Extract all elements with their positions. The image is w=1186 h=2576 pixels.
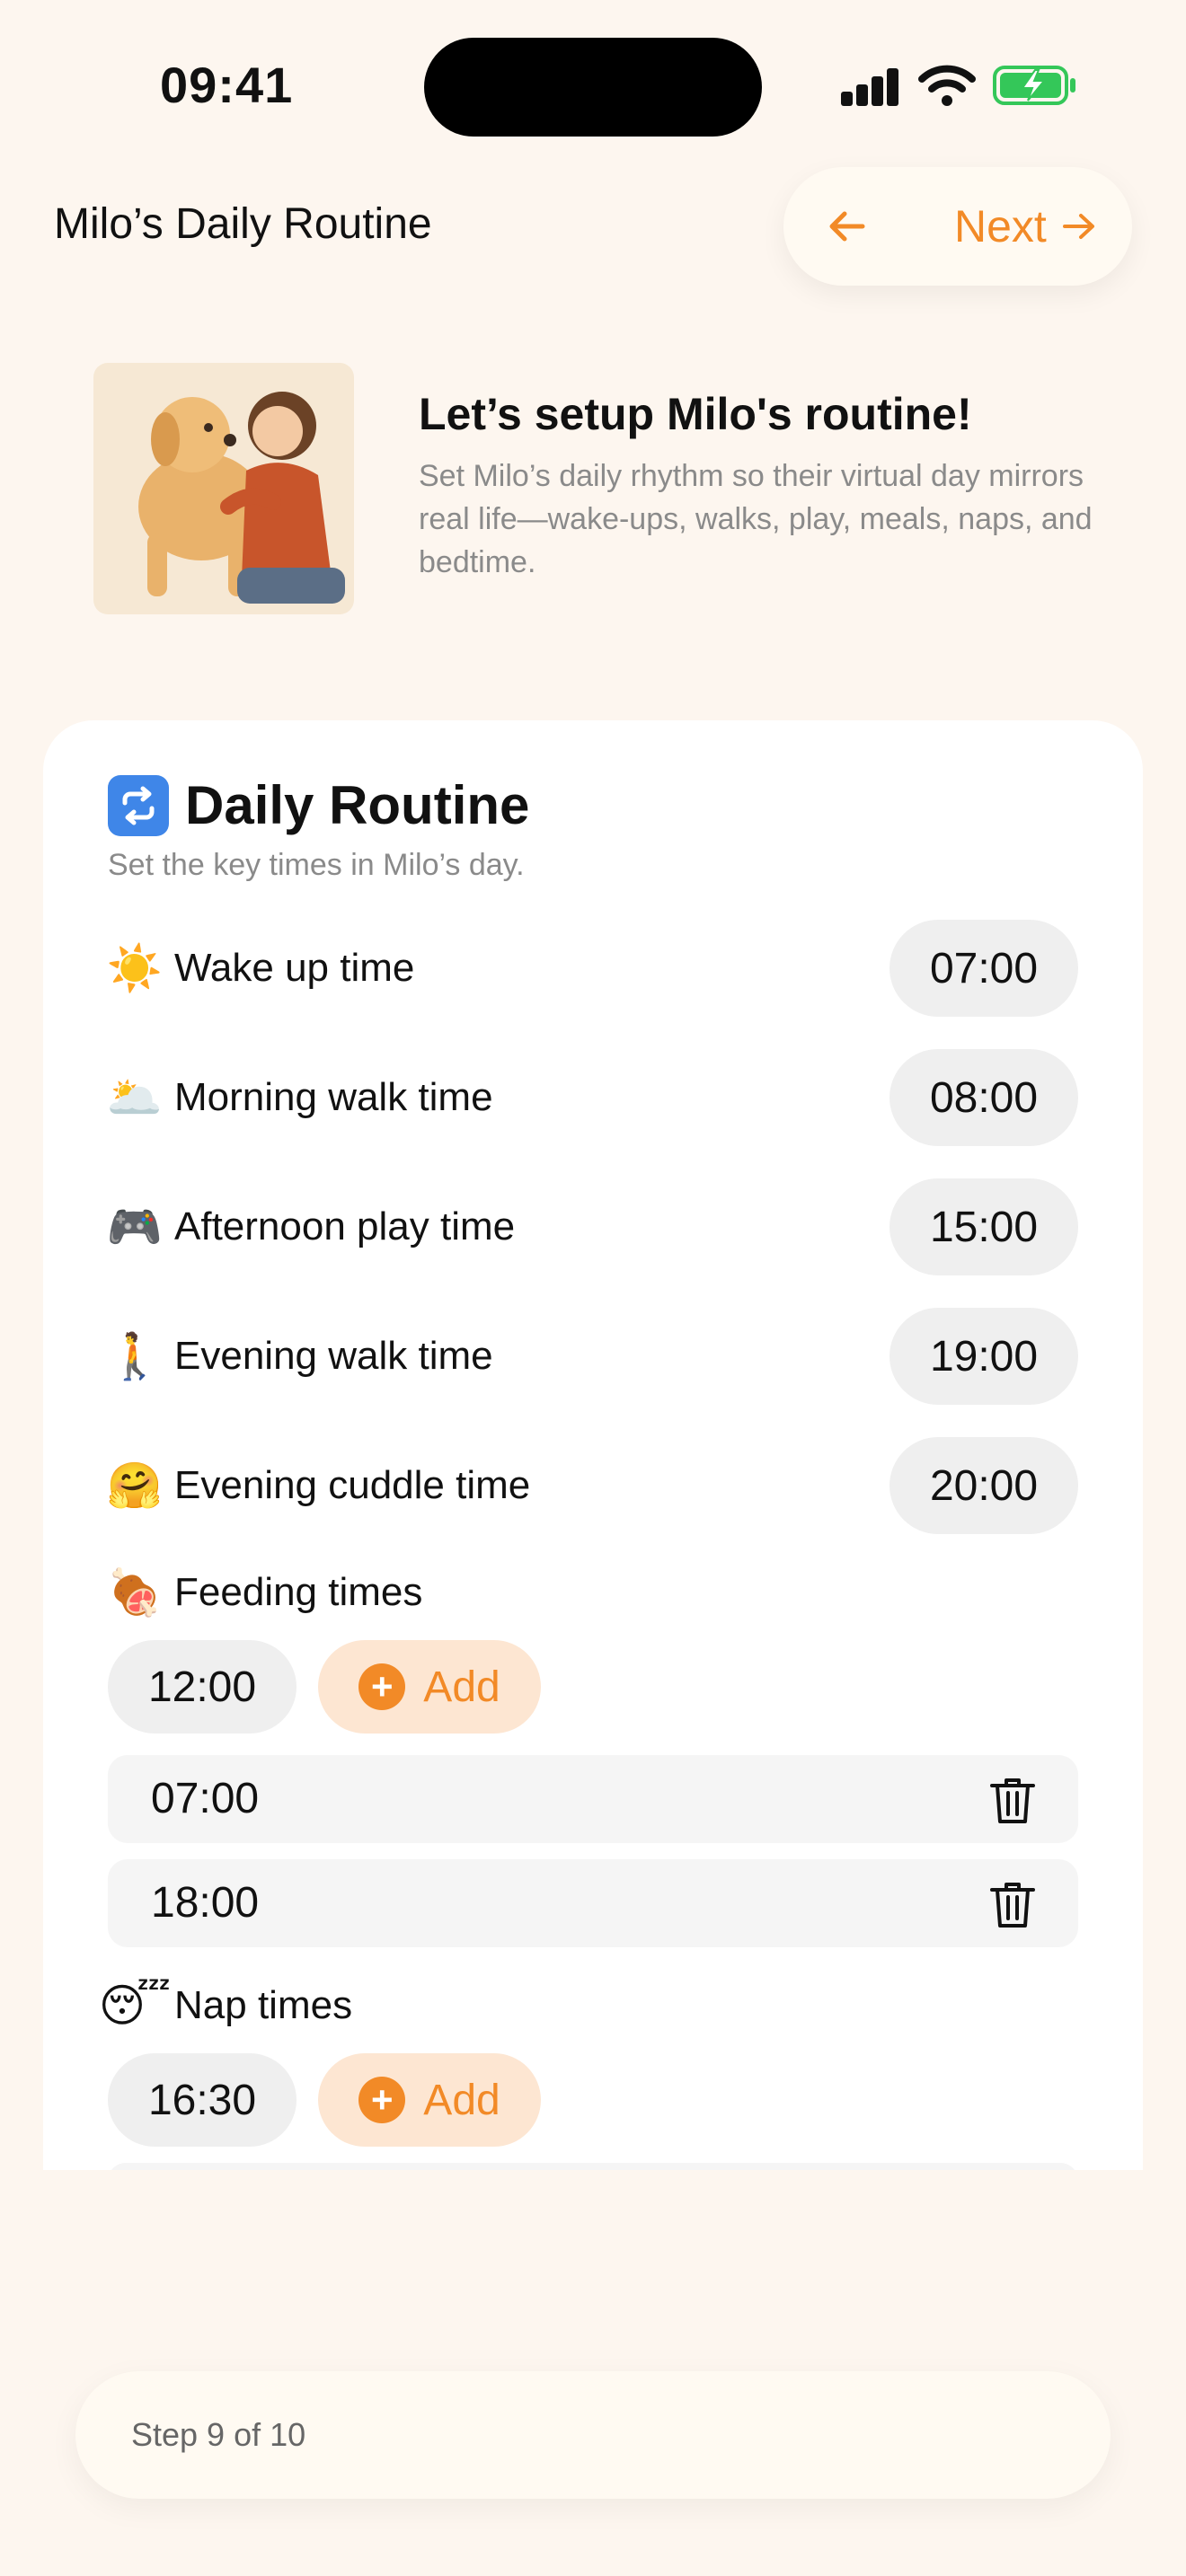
routine-label: Morning walk time <box>174 1075 493 1119</box>
cellular-signal-icon <box>841 68 900 106</box>
add-button-label: Add <box>423 1663 500 1711</box>
time-picker[interactable]: 19:00 <box>890 1308 1078 1405</box>
intro-title: Let’s setup Milo's routine! <box>419 389 972 439</box>
progress-footer: Step 9 of 10 <box>75 2371 1111 2499</box>
feeding-time-entry: 07:00 <box>108 1755 1078 1843</box>
plus-circle-icon: + <box>358 1663 406 1710</box>
navigation-pill: Next <box>783 167 1132 286</box>
add-nap-time-button[interactable]: + Add <box>318 2053 541 2147</box>
walking-person-icon: 🚶 <box>106 1330 164 1381</box>
time-picker[interactable]: 08:00 <box>890 1049 1078 1146</box>
card-title: Daily Routine <box>185 775 530 835</box>
wifi-icon <box>918 65 976 106</box>
sun-icon: ☀️ <box>106 942 164 993</box>
nap-time-entry-partial <box>108 2163 1078 2170</box>
dynamic-island <box>424 38 762 137</box>
time-picker[interactable]: 07:00 <box>890 920 1078 1017</box>
girl-hugging-dog-illustration <box>93 363 354 614</box>
repeat-icon <box>108 774 169 836</box>
screen: 09:41 Milo’s Daily Routine Next Let’s se… <box>0 0 1186 2576</box>
trash-icon[interactable] <box>988 1879 1037 1929</box>
daily-routine-card: Daily Routine Set the key times in Milo’… <box>43 720 1143 2170</box>
add-button-label: Add <box>423 2076 500 2124</box>
nap-time-picker[interactable]: 16:30 <box>108 2053 296 2147</box>
sleeping-face-icon: 😴 <box>98 1981 172 2031</box>
trash-icon[interactable] <box>988 1775 1037 1825</box>
step-indicator: Step 9 of 10 <box>131 2416 306 2453</box>
routine-label: Afternoon play time <box>174 1204 516 1248</box>
page-title: Milo’s Daily Routine <box>54 200 432 248</box>
entry-time: 07:00 <box>151 1775 260 1822</box>
game-controller-icon: 🎮 <box>106 1201 164 1252</box>
routine-label: Evening walk time <box>174 1334 493 1378</box>
next-button[interactable]: Next <box>954 198 1099 255</box>
next-button-label: Next <box>954 201 1047 251</box>
routine-row-evening-walk: 🚶 Evening walk time 19:00 <box>106 1308 1078 1405</box>
sun-behind-cloud-icon: 🌥️ <box>106 1072 164 1123</box>
feeding-time-picker[interactable]: 12:00 <box>108 1640 296 1734</box>
routine-row-wake-up: ☀️ Wake up time 07:00 <box>106 920 1078 1017</box>
intro-description: Set Milo’s daily rhythm so their virtual… <box>419 459 1093 579</box>
plus-circle-icon: + <box>358 2077 406 2123</box>
time-picker[interactable]: 15:00 <box>890 1178 1078 1275</box>
routine-label: Evening cuddle time <box>174 1463 531 1507</box>
add-feeding-time-button[interactable]: + Add <box>318 1640 541 1734</box>
feeding-time-entry: 18:00 <box>108 1859 1078 1947</box>
arrow-right-icon <box>1062 214 1094 239</box>
battery-charging-icon <box>993 66 1075 105</box>
back-arrow-icon[interactable] <box>819 198 877 255</box>
feeding-times-label: Feeding times <box>174 1570 423 1614</box>
status-time: 09:41 <box>160 57 294 113</box>
routine-row-morning-walk: 🌥️ Morning walk time 08:00 <box>106 1049 1078 1146</box>
routine-row-evening-cuddle: 🤗 Evening cuddle time 20:00 <box>106 1437 1078 1534</box>
card-header: Daily Routine <box>108 774 529 836</box>
routine-row-afternoon-play: 🎮 Afternoon play time 15:00 <box>106 1178 1078 1275</box>
nap-times-section: 😴 Nap times <box>98 1974 353 2037</box>
feeding-times-section: 🍖 Feeding times <box>106 1561 423 1624</box>
nap-times-label: Nap times <box>174 1983 353 2027</box>
hugging-face-icon: 🤗 <box>106 1460 164 1511</box>
meat-on-bone-icon: 🍖 <box>106 1566 164 1618</box>
card-subtitle: Set the key times in Milo’s day. <box>108 848 525 882</box>
routine-label: Wake up time <box>174 946 415 990</box>
time-picker[interactable]: 20:00 <box>890 1437 1078 1534</box>
entry-time: 18:00 <box>151 1879 260 1927</box>
